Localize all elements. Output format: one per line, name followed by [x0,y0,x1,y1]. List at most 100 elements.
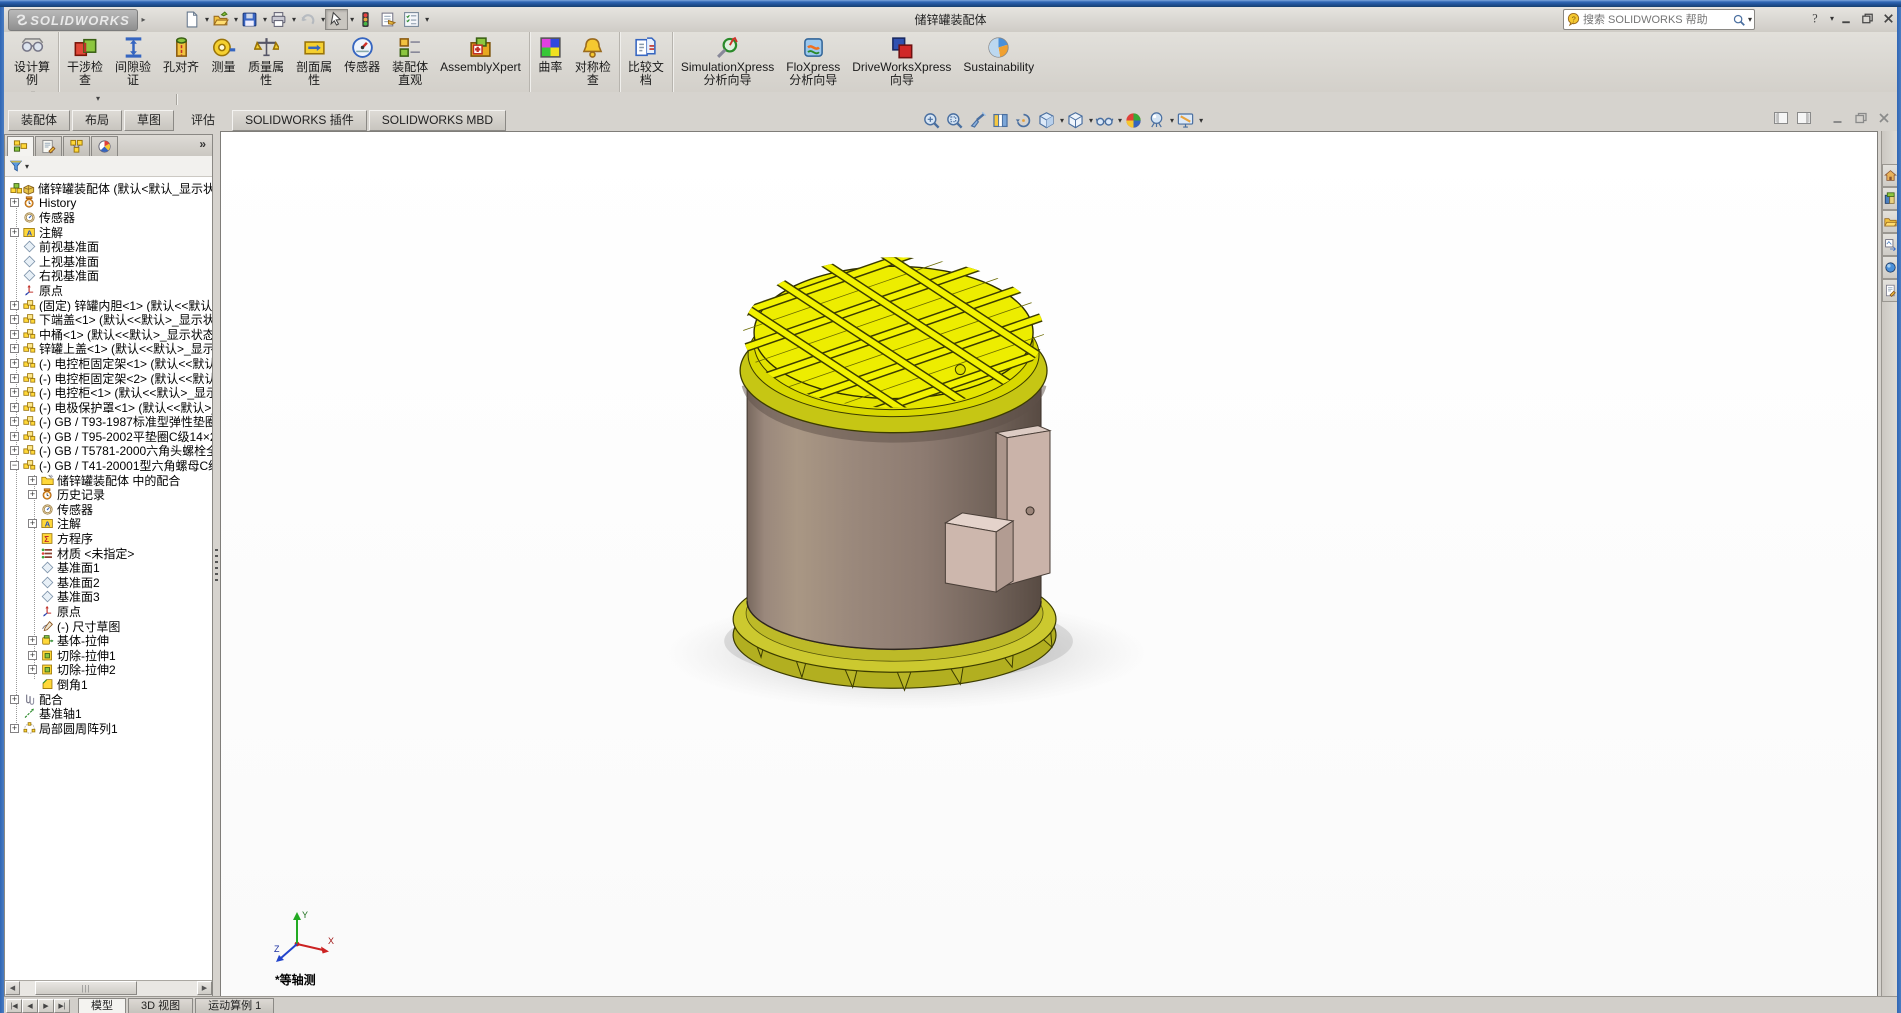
ribbon-button-assembly-xpert[interactable]: AssemblyXpert [434,33,527,74]
search-input[interactable] [1581,13,1732,27]
ribbon-button-assembly-visualization[interactable]: 装配体 直观 [386,33,434,87]
tree-item[interactable]: +右视基准面 [5,269,212,284]
ribbon-button-section-properties[interactable]: 剖面属 性 [290,33,338,87]
expand-icon[interactable]: + [10,344,19,353]
tree-item[interactable]: +(-) 尺寸草图 [5,619,212,634]
expand-icon[interactable]: + [10,228,19,237]
taskpane-home-button[interactable] [1882,164,1897,187]
taskpane-design-library-button[interactable] [1882,187,1897,210]
expand-icon[interactable]: + [28,636,37,645]
scroll-left-button[interactable]: ◀ [5,981,20,995]
expand-icon[interactable]: + [10,695,19,704]
doc-win-minimize-button[interactable] [1829,109,1847,127]
dropdown-arrow-icon[interactable]: ▾ [425,15,429,24]
study-tab-模型[interactable]: 模型 [78,998,126,1013]
study-tab-运动算例 1[interactable]: 运动算例 1 [195,998,274,1013]
tree-item[interactable]: +前视基准面 [5,239,212,254]
tree-item[interactable]: +锌罐上盖<1> (默认<<默认>_显示状态 [5,342,212,357]
tree-item[interactable]: +下端盖<1> (默认<<默认>_显示状态 [5,312,212,327]
expand-icon[interactable]: + [10,374,19,383]
ribbon-button-mass-properties[interactable]: 质量属 性 [242,33,290,87]
tab-SOLIDWORKS 插件[interactable]: SOLIDWORKS 插件 [232,110,367,131]
ribbon-button-floxpress[interactable]: FloXpress 分析向导 [780,33,846,87]
expand-icon[interactable]: + [10,315,19,324]
3d-model-canvas[interactable] [221,132,1877,996]
scroll-right-button[interactable]: ▶ [197,981,212,995]
help-button[interactable]: ? [1807,9,1825,27]
tree-item[interactable]: +基准面1 [5,560,212,575]
expand-icon[interactable]: + [10,301,19,310]
configurationmanager-tab[interactable] [63,136,90,156]
expand-icon[interactable]: + [10,403,19,412]
undo-button[interactable] [296,9,319,30]
expand-icon[interactable]: + [10,432,19,441]
propertymanager-tab[interactable] [35,136,62,156]
tree-item[interactable]: +原点 [5,604,212,619]
tree-item[interactable]: +基准轴1 [5,706,212,721]
tree-item[interactable]: +(-) 电控柜固定架<1> (默认<<默认>_ [5,356,212,371]
study-tab-3D 视图[interactable]: 3D 视图 [128,998,193,1013]
tree-item[interactable]: +局部圆周阵列1 [5,721,212,736]
tree-item[interactable]: +(-) GB / T5781-2000六角头螺栓全螺 [5,444,212,459]
section-view-button[interactable] [989,110,1012,131]
expand-icon[interactable]: + [28,651,37,660]
tree-item[interactable]: +基准面3 [5,590,212,605]
ribbon-button-simulationxpress[interactable]: SimulationXpress 分析向导 [675,33,780,87]
tree-item[interactable]: +(-) 电极保护罩<1> (默认<<默认>_显 [5,400,212,415]
view-orientation-button[interactable] [1035,110,1058,131]
taskpane-file-explorer-button[interactable] [1882,210,1897,233]
tree-item[interactable]: +中桶<1> (默认<<默认>_显示状态 1> [5,327,212,342]
tab-布局[interactable]: 布局 [72,110,122,131]
tree-item[interactable]: +材质 <未指定> [5,546,212,561]
options-button[interactable] [400,9,423,30]
file-properties-button[interactable] [377,9,400,30]
dropdown-arrow-icon[interactable]: ▾ [1199,116,1203,125]
doc-win-close-button[interactable] [1875,109,1893,127]
tree-item[interactable]: +(-) GB / T95-2002平垫圈C级14×2．5 [5,429,212,444]
featuremanager-tab[interactable] [7,136,34,156]
panel-overflow-chevron[interactable]: » [199,137,206,151]
ribbon-button-sensor[interactable]: 传感器 [338,33,386,74]
tree-item[interactable]: +历史记录 [5,487,212,502]
tree-item[interactable]: +储锌罐装配体 中的配合 [5,473,212,488]
ribbon-button-compare-documents[interactable]: 比较文 档 [622,33,670,87]
tree-item[interactable]: +(-) GB / T93-1987标准型弹性垫圈(装 [5,415,212,430]
panel-splitter[interactable] [213,134,220,997]
tree-item[interactable]: +切除-拉伸1 [5,648,212,663]
tree-item[interactable]: +切除-拉伸2 [5,663,212,678]
tab-nav-last-button[interactable]: ▶| [54,999,70,1013]
ribbon-button-sustainability[interactable]: Sustainability [957,33,1040,74]
tab-装配体[interactable]: 装配体 [8,110,70,131]
tree-item[interactable]: +原点 [5,283,212,298]
ribbon-button-symmetry-check[interactable]: 对称检 查 [569,33,617,87]
win-close-button[interactable] [1879,9,1897,27]
expand-icon[interactable]: + [28,490,37,499]
hide-show-items-button[interactable] [1093,110,1116,131]
tree-item[interactable]: +传感器 [5,502,212,517]
open-button[interactable] [209,9,232,30]
collapse-icon[interactable]: − [10,461,19,470]
edit-appearance-button[interactable] [1122,110,1145,131]
tab-SOLIDWORKS MBD[interactable]: SOLIDWORKS MBD [369,110,506,131]
tree-item[interactable]: +倒角1 [5,677,212,692]
expand-icon[interactable]: + [10,417,19,426]
expand-icon[interactable]: + [28,476,37,485]
expand-icon[interactable]: + [10,388,19,397]
ribbon-button-measure[interactable]: 测量 [205,33,242,74]
search-dropdown[interactable]: ▾ [1748,15,1752,24]
win-restore-button[interactable] [1858,9,1876,27]
scrollbar-track[interactable]: ||| [20,981,197,996]
expand-icon[interactable]: + [10,198,19,207]
ribbon-button-design-study[interactable]: 设计算 例▾ [8,33,56,100]
tree-item[interactable]: +上视基准面 [5,254,212,269]
tree-item[interactable]: +基准面2 [5,575,212,590]
toolbar-overflow-button[interactable]: ▾ [96,94,100,103]
scrollbar-thumb[interactable]: ||| [35,981,137,995]
taskpane-view-palette-button[interactable] [1882,233,1897,256]
select-cursor-button[interactable] [325,9,348,30]
tree-item[interactable]: +(-) 电控柜<1> (默认<<默认>_显示状 [5,385,212,400]
displaymanager-tab[interactable] [91,136,118,156]
save-button[interactable] [238,9,261,30]
rotate-view-button[interactable] [1012,110,1035,131]
zoom-to-area-button[interactable] [943,110,966,131]
